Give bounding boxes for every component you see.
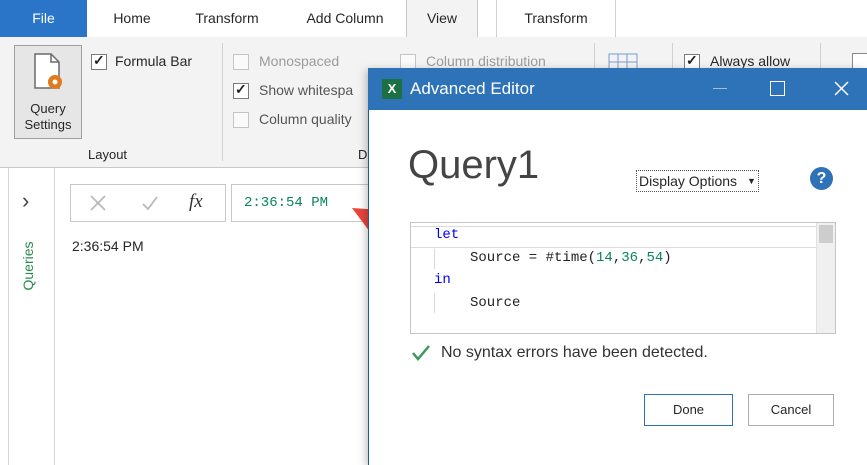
column-quality-checkbox[interactable] [233,112,249,128]
formula-bar-label: Formula Bar [115,53,193,69]
tab-transform-contextual[interactable]: Transform [496,0,616,37]
tab-home[interactable]: Home [96,0,168,37]
tab-file[interactable]: File [0,0,87,37]
cancel-formula-icon[interactable] [89,194,107,212]
show-whitespace-checkbox[interactable] [233,81,249,99]
chevron-down-icon: ▼ [746,176,756,186]
minimize-icon[interactable] [713,88,727,89]
syntax-status: No syntax errors have been detected. [441,344,708,361]
query-settings-label-line1: Query [30,101,66,116]
tab-view[interactable]: View [406,0,478,38]
layout-group-label: Layout [88,147,128,162]
dialog-title: Advanced Editor [410,79,535,98]
tab-add-column[interactable]: Add Column [290,0,400,37]
preview-cell: 2:36:54 PM [72,238,144,254]
code-line-in: in [434,272,451,288]
monospaced-checkbox[interactable] [233,54,249,70]
excel-app-icon: X [382,79,402,99]
done-button[interactable]: Done [644,394,733,426]
queries-pane-label[interactable]: Queries [20,231,40,301]
dialog-titlebar[interactable]: X Advanced Editor [368,68,867,110]
formula-bar-controls: fx [70,184,226,222]
show-whitespace-label: Show whitespa [259,82,354,98]
monospaced-label: Monospaced [259,53,340,69]
cancel-button[interactable]: Cancel [748,394,834,426]
query-settings-label-line2: Settings [24,117,72,132]
code-number-minute: 36 [621,250,639,266]
code-number-hour: 14 [596,250,613,266]
fx-icon[interactable]: fx [189,191,203,213]
column-quality-label: Column quality [259,111,352,127]
ribbon-tab-bar: File Home Transform Add Column View Tran… [0,0,867,38]
editor-scrollbar[interactable] [816,223,835,333]
indent-guide [434,249,435,269]
group-divider [222,43,223,161]
always-allow-label: Always allow [710,53,791,69]
code-line-let: let [434,227,460,243]
close-icon[interactable] [834,81,849,96]
queries-pane: › Queries [8,168,55,465]
data-preview-group-label: D [358,147,368,162]
scrollbar-thumb[interactable] [819,225,833,243]
column-distribution-label: Column distribution [426,53,546,69]
code-line-source-assign: Source = #time(14,36,54) [470,250,672,266]
current-line-highlight [411,226,817,248]
query-name-heading: Query1 [408,143,540,187]
indent-guide [434,293,435,313]
code-line-source: Source [470,295,521,311]
help-icon[interactable]: ? [810,167,833,190]
formula-text: 2:36:54 PM [244,195,329,211]
display-options-dropdown[interactable]: Display Options ▼ [636,170,759,192]
tab-transform[interactable]: Transform [177,0,277,37]
maximize-icon[interactable] [770,81,785,96]
checkmark-icon [412,345,430,361]
query-settings-button[interactable]: Query Settings [14,45,82,139]
query-settings-icon [34,53,62,89]
display-options-label: Display Options [639,173,738,189]
code-editor[interactable]: let Source = #time(14,36,54) in Source [410,222,836,334]
code-source-call: Source = #time( [470,250,597,266]
commit-formula-icon[interactable] [141,194,159,212]
expand-queries-chevron-icon[interactable]: › [22,188,29,214]
code-number-second: 54 [646,250,664,266]
formula-bar-checkbox[interactable] [91,52,107,70]
